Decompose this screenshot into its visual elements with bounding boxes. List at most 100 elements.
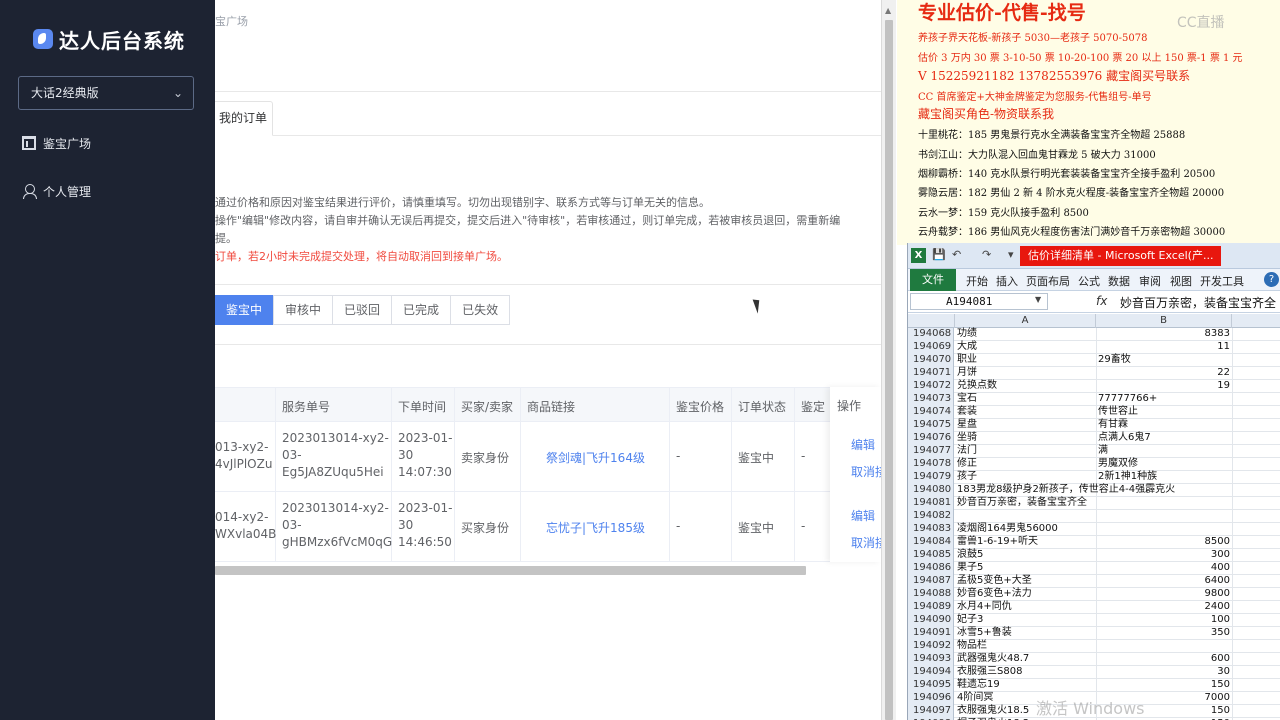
cancel-order-link[interactable]: 取消接 bbox=[851, 534, 881, 551]
cell-b[interactable]: 2400 bbox=[1098, 601, 1230, 613]
spreadsheet-row[interactable]: 194076 坐骑 点满人6鬼7 bbox=[908, 432, 1280, 445]
cell-b[interactable]: 400 bbox=[1098, 562, 1230, 574]
cell-b[interactable]: 6400 bbox=[1098, 575, 1230, 587]
row-number[interactable]: 194069 bbox=[908, 341, 954, 354]
cell-a[interactable]: 孩子 bbox=[957, 471, 977, 483]
ribbon-tab-review[interactable]: 审阅 bbox=[1139, 273, 1161, 289]
cell-a[interactable]: 凌烟阁164男鬼56000 bbox=[957, 523, 1058, 535]
spreadsheet-row[interactable]: 194073 宝石 77777766+ bbox=[908, 393, 1280, 406]
cell-a[interactable]: 大成 bbox=[957, 341, 977, 353]
spreadsheet-row[interactable]: 194085 浪鼓5 300 bbox=[908, 549, 1280, 562]
row-number[interactable]: 194079 bbox=[908, 471, 954, 484]
spreadsheet-row[interactable]: 194087 孟极5变色+大圣 6400 bbox=[908, 575, 1280, 588]
cell-a[interactable]: 武器强鬼火48.7 bbox=[957, 653, 1029, 665]
status-tab-appraising[interactable]: 鉴宝中 bbox=[215, 295, 275, 325]
row-number[interactable]: 194087 bbox=[908, 575, 954, 588]
spreadsheet-row[interactable]: 194074 套装 传世容止 bbox=[908, 406, 1280, 419]
cell-a[interactable]: 星盘 bbox=[957, 419, 977, 431]
cell-b[interactable]: 300 bbox=[1098, 549, 1230, 561]
cell-a[interactable]: 衣服强鬼火18.5 bbox=[957, 705, 1029, 717]
row-number[interactable]: 194073 bbox=[908, 393, 954, 406]
row-number[interactable]: 194074 bbox=[908, 406, 954, 419]
spreadsheet-row[interactable]: 194081 妙音百万亲密，装备宝宝齐全 bbox=[908, 497, 1280, 510]
row-number[interactable]: 194081 bbox=[908, 497, 954, 510]
cell-a[interactable]: 鞋遗忘19 bbox=[957, 679, 1000, 691]
help-icon[interactable]: ? bbox=[1264, 272, 1279, 287]
ribbon-tab-file[interactable]: 文件 bbox=[910, 269, 956, 291]
cell-a[interactable]: 职业 bbox=[957, 354, 977, 366]
cell-a[interactable]: 水月4+同仇 bbox=[957, 601, 1012, 613]
row-number[interactable]: 194084 bbox=[908, 536, 954, 549]
status-tab-reviewing[interactable]: 审核中 bbox=[273, 295, 334, 325]
cell-b[interactable]: 8383 bbox=[1098, 328, 1230, 340]
spreadsheet-row[interactable]: 194095 鞋遗忘19 150 bbox=[908, 679, 1280, 692]
cell-a[interactable]: 妙音6变色+法力 bbox=[957, 588, 1032, 600]
spreadsheet-row[interactable]: 194079 孩子 2新1神1种族 bbox=[908, 471, 1280, 484]
game-select[interactable]: 大话2经典版 ⌄ bbox=[18, 76, 194, 110]
spreadsheet-row[interactable]: 194077 法门 满 bbox=[908, 445, 1280, 458]
spreadsheet-row[interactable]: 194072 兑换点数 19 bbox=[908, 380, 1280, 393]
cell-b[interactable]: 29畜牧 bbox=[1098, 354, 1230, 366]
select-all-corner[interactable] bbox=[908, 314, 955, 328]
spreadsheet-row[interactable]: 194094 衣服强三S808 30 bbox=[908, 666, 1280, 679]
cell-b[interactable]: 77777766+ bbox=[1098, 393, 1230, 405]
ribbon-tab-page-layout[interactable]: 页面布局 bbox=[1026, 273, 1070, 289]
spreadsheet-row[interactable]: 194071 月饼 22 bbox=[908, 367, 1280, 380]
spreadsheet-row[interactable]: 194089 水月4+同仇 2400 bbox=[908, 601, 1280, 614]
cell-a[interactable]: 宝石 bbox=[957, 393, 977, 405]
row-number[interactable]: 194075 bbox=[908, 419, 954, 432]
spreadsheet-row[interactable]: 194084 雷兽1-6-19+听天 8500 bbox=[908, 536, 1280, 549]
spreadsheet-row[interactable]: 194090 妃子3 100 bbox=[908, 614, 1280, 627]
row-number[interactable]: 194078 bbox=[908, 458, 954, 471]
product-link[interactable]: 祭剑魂|飞升164级 bbox=[546, 449, 645, 466]
row-number[interactable]: 194085 bbox=[908, 549, 954, 562]
sidebar-item-appraisal-plaza[interactable]: 鉴宝广场 bbox=[22, 133, 91, 153]
status-tab-completed[interactable]: 已完成 bbox=[391, 295, 452, 325]
cell-b[interactable]: 点满人6鬼7 bbox=[1098, 432, 1230, 444]
spreadsheet-row[interactable]: 194088 妙音6变色+法力 9800 bbox=[908, 588, 1280, 601]
cell-b[interactable]: 100 bbox=[1098, 614, 1230, 626]
cell-a[interactable]: 修正 bbox=[957, 458, 977, 470]
row-number[interactable]: 194090 bbox=[908, 614, 954, 627]
cell-b[interactable]: 350 bbox=[1098, 627, 1230, 639]
cell-a[interactable]: 衣服强三S808 bbox=[957, 666, 1022, 678]
spreadsheet-row[interactable]: 194083 凌烟阁164男鬼56000 bbox=[908, 523, 1280, 536]
row-number[interactable]: 194072 bbox=[908, 380, 954, 393]
row-number[interactable]: 194089 bbox=[908, 601, 954, 614]
cell-b[interactable]: 22 bbox=[1098, 367, 1230, 379]
cell-b[interactable]: 8500 bbox=[1098, 536, 1230, 548]
row-number[interactable]: 194086 bbox=[908, 562, 954, 575]
cell-b[interactable]: 2新1神1种族 bbox=[1098, 471, 1230, 483]
cell-a[interactable]: 浪鼓5 bbox=[957, 549, 983, 561]
cell-a[interactable]: 冰雪5+鲁装 bbox=[957, 627, 1012, 639]
spreadsheet-row[interactable]: 194092 物品栏 bbox=[908, 640, 1280, 653]
column-header-a[interactable]: A bbox=[955, 314, 1096, 328]
cell-b[interactable]: 传世容止 bbox=[1098, 406, 1230, 418]
spreadsheet-row[interactable]: 194075 星盘 有甘霖 bbox=[908, 419, 1280, 432]
cell-b[interactable]: 19 bbox=[1098, 380, 1230, 392]
ribbon-tab-insert[interactable]: 插入 bbox=[996, 273, 1018, 289]
row-number[interactable]: 194092 bbox=[908, 640, 954, 653]
scrollbar-thumb[interactable] bbox=[885, 20, 893, 720]
cell-a[interactable]: 功绩 bbox=[957, 328, 977, 340]
edit-link[interactable]: 编辑 bbox=[851, 436, 875, 453]
cell-b[interactable]: 满 bbox=[1098, 445, 1230, 457]
cell-b[interactable]: 9800 bbox=[1098, 588, 1230, 600]
cell-a[interactable]: 183男龙8级护身2新孩子，传世容止4-4强霹克火 bbox=[957, 484, 1175, 496]
cell-b[interactable]: 男魔双修 bbox=[1098, 458, 1230, 470]
redo-icon[interactable]: ↷ bbox=[982, 248, 991, 261]
cell-a[interactable]: 孟极5变色+大圣 bbox=[957, 575, 1032, 587]
row-number[interactable]: 194093 bbox=[908, 653, 954, 666]
cell-b[interactable]: 11 bbox=[1098, 341, 1230, 353]
cell-a[interactable]: 套装 bbox=[957, 406, 977, 418]
row-number[interactable]: 194095 bbox=[908, 679, 954, 692]
spreadsheet-row[interactable]: 194069 大成 11 bbox=[908, 341, 1280, 354]
ribbon-tab-view[interactable]: 视图 bbox=[1170, 273, 1192, 289]
ribbon-tab-developer[interactable]: 开发工具 bbox=[1200, 273, 1244, 289]
row-number[interactable]: 194091 bbox=[908, 627, 954, 640]
row-number[interactable]: 194094 bbox=[908, 666, 954, 679]
spreadsheet-row[interactable]: 194093 武器强鬼火48.7 600 bbox=[908, 653, 1280, 666]
spreadsheet-row[interactable]: 194068 功绩 8383 bbox=[908, 328, 1280, 341]
spreadsheet-row[interactable]: 194082 bbox=[908, 510, 1280, 523]
horizontal-scrollbar[interactable] bbox=[215, 566, 806, 575]
